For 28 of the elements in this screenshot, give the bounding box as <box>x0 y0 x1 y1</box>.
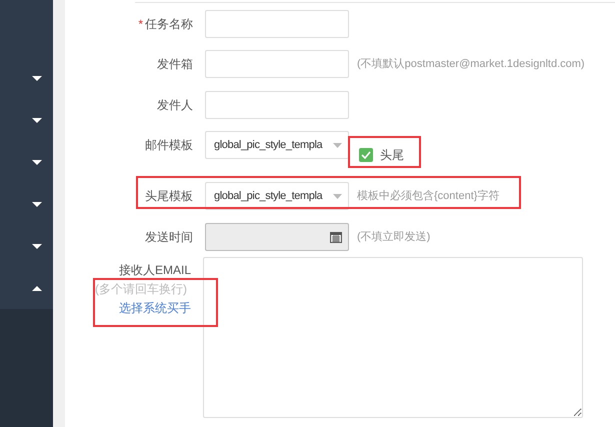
required-mark: * <box>138 16 143 33</box>
field-label: 发件箱 <box>157 56 193 73</box>
field-label: 任务名称 <box>145 16 193 33</box>
text-field[interactable] <box>205 91 349 119</box>
field-label: 邮件模板 <box>145 137 193 154</box>
caret-down-icon <box>333 142 342 148</box>
caret-down-icon[interactable] <box>32 160 42 164</box>
text-field[interactable] <box>205 50 349 78</box>
caret-up-icon[interactable] <box>32 286 42 290</box>
text-field[interactable] <box>205 10 349 38</box>
caret-down-icon <box>333 194 342 198</box>
field-label: 头尾模板 <box>145 188 193 205</box>
caret-down-icon[interactable] <box>32 244 42 248</box>
caret-down-icon[interactable] <box>32 202 42 206</box>
field-label: 发送时间 <box>145 229 193 246</box>
caret-down-icon[interactable] <box>32 76 42 80</box>
field-label: 发件人 <box>157 97 193 114</box>
field-label: 接收人EMAIL <box>118 262 191 279</box>
field-note: (多个请回车换行) <box>95 281 187 298</box>
checkbox-icon[interactable] <box>359 148 373 162</box>
template-dropdown[interactable]: global_pic_style_templa <box>205 131 349 159</box>
field-hint: (不填默认postmaster@market.1designltd.com) <box>357 56 585 72</box>
template-dropdown[interactable]: global_pic_style_templa <box>205 182 349 210</box>
select-buyers-link[interactable]: 选择系统买手 <box>119 299 191 317</box>
header-footer-checkbox[interactable]: 头尾 <box>359 146 404 164</box>
caret-down-icon[interactable] <box>32 118 42 122</box>
field-hint: 模板中必须包含{content}字符 <box>357 188 500 204</box>
field-hint: (不填立即发送) <box>357 230 430 245</box>
